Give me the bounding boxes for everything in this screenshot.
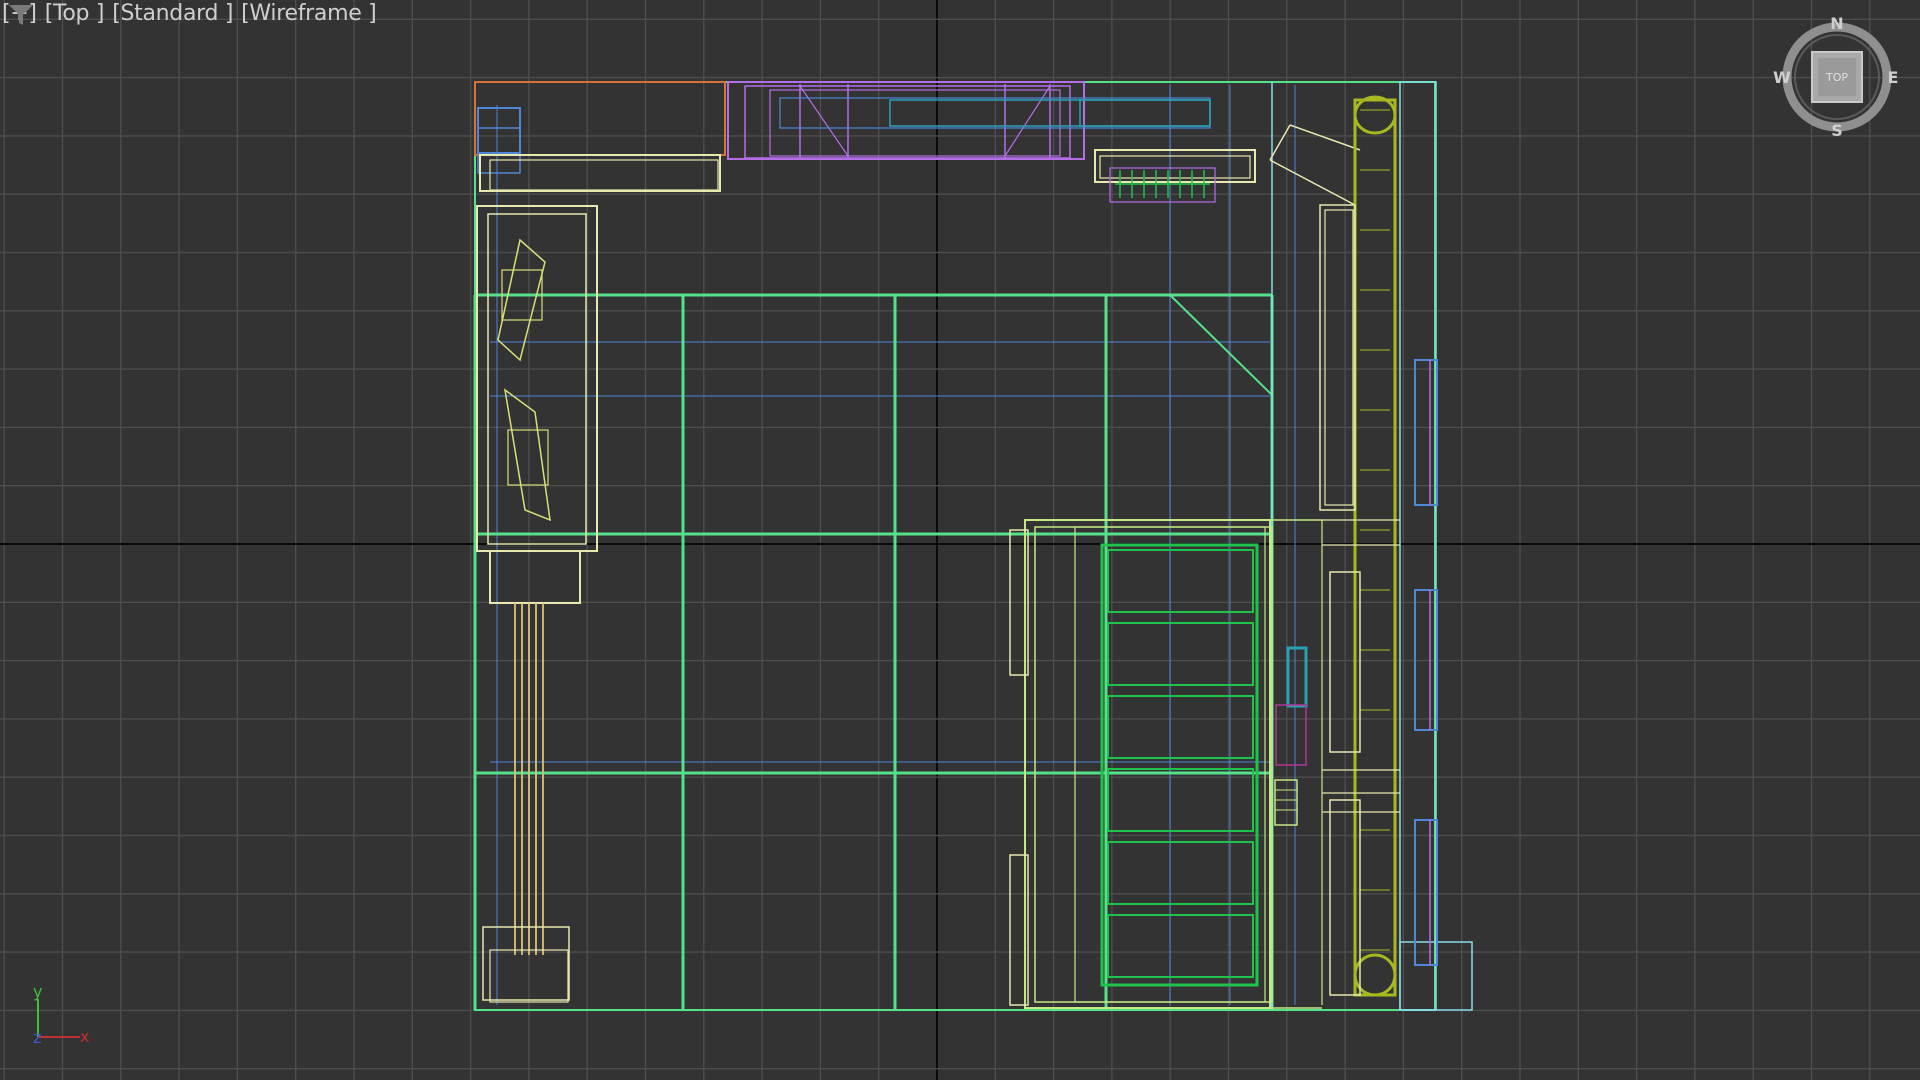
- viewport-grid: [0, 0, 1920, 1080]
- floor-diagonal: [1169, 294, 1273, 396]
- cabinet-purple: [727, 81, 1085, 160]
- mattress-slat: [1107, 695, 1254, 759]
- viewcube-west[interactable]: W: [1773, 68, 1791, 87]
- wall-shelf: [1414, 819, 1438, 966]
- mattress-slat: [1107, 841, 1254, 905]
- funnel-icon[interactable]: [8, 3, 34, 27]
- wire-line: [1289, 124, 1361, 151]
- wardrobe: [1353, 98, 1397, 997]
- small-rack: [1274, 779, 1298, 826]
- bed-frame: [1024, 519, 1271, 1009]
- wire-rect: [1324, 209, 1354, 506]
- desk: [1094, 149, 1256, 183]
- chair-outline: [1109, 167, 1216, 203]
- desk-diag: [1269, 159, 1356, 206]
- viewcube-face-label: TOP: [1825, 71, 1848, 84]
- viewport-label-bar: [+] [Top ] [Standard ] [Wireframe ]: [2, 1, 384, 26]
- wire-rect: [1034, 526, 1273, 1003]
- wire-line: [1004, 85, 1051, 157]
- wardrobe-end: [1353, 95, 1397, 135]
- viewport-display-button[interactable]: [Wireframe ]: [241, 1, 377, 26]
- sofa-inner: [487, 213, 587, 545]
- wire-rect: [489, 159, 719, 191]
- mattress-slat: [1107, 622, 1254, 686]
- wire-rect: [1099, 155, 1251, 179]
- axis-x-label: x: [80, 1027, 89, 1045]
- room-geometry: [473, 81, 1473, 1011]
- mattress-slat: [1107, 914, 1254, 978]
- cushion: [503, 388, 551, 522]
- wireframe-scene: [0, 0, 1920, 1080]
- wall-shelf: [1414, 359, 1438, 506]
- viewport-view-button[interactable]: [Top ]: [45, 1, 105, 26]
- counter-orange: [474, 81, 726, 156]
- blue-box: [477, 107, 521, 154]
- mattress-slat: [1107, 768, 1254, 832]
- sofa-foot: [489, 550, 581, 604]
- vase-base: [1275, 704, 1307, 766]
- axis-z-label: z: [33, 1028, 41, 1045]
- wire-rect: [477, 127, 521, 174]
- vase-teal: [1286, 646, 1308, 708]
- wire-rect: [744, 85, 1071, 159]
- sofa-outer: [476, 205, 598, 552]
- 3d-viewport[interactable]: [+] [Top ] [Standard ] [Wireframe ] TOP …: [0, 0, 1920, 1080]
- viewcube[interactable]: TOP N S E W: [1772, 14, 1902, 144]
- wire-rect: [1079, 99, 1211, 127]
- viewcube-north[interactable]: N: [1830, 14, 1843, 33]
- wardrobe-end: [1353, 953, 1397, 997]
- wire-line: [799, 85, 849, 157]
- axis-tripod: y x z: [33, 985, 89, 1045]
- viewcube-east[interactable]: E: [1888, 68, 1899, 87]
- axis-y-label: y: [33, 985, 42, 1001]
- room-outline: [474, 81, 1436, 1011]
- viewcube-south[interactable]: S: [1831, 121, 1843, 140]
- viewport-shading-button[interactable]: [Standard ]: [112, 1, 233, 26]
- stool: [482, 926, 570, 1001]
